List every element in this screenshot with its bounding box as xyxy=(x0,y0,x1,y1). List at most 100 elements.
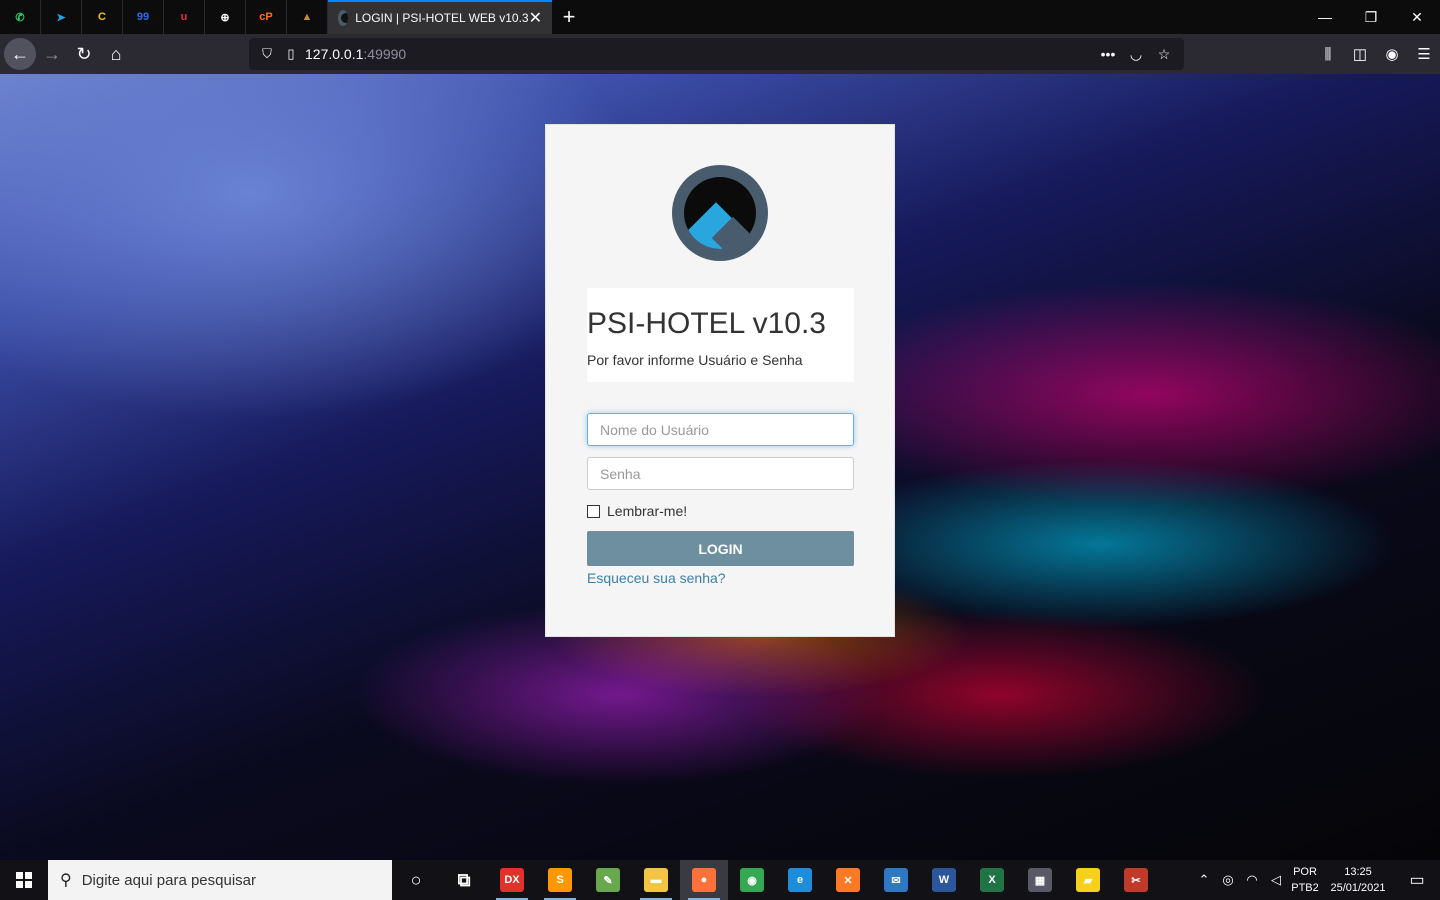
snipping-icon: ✂ xyxy=(1124,868,1148,892)
reload-button[interactable]: ↻ xyxy=(68,38,100,70)
globe-icon: ⊕ xyxy=(220,11,230,24)
url-port: :49990 xyxy=(363,46,407,62)
u-app-icon: u xyxy=(180,11,188,23)
browser-nav-bar: ← → ↻ ⌂ ⛉ ▯ 127.0.0.1:49990 ••• ◡ ☆ ⫼ ◫ … xyxy=(0,34,1440,74)
clock[interactable]: 13:25 25/01/2021 xyxy=(1322,864,1394,896)
active-tab-title: LOGIN | PSI-HOTEL WEB v10.3 xyxy=(355,11,529,25)
word-icon: W xyxy=(932,868,956,892)
word-taskbar-button[interactable]: W xyxy=(920,860,968,900)
xampp-taskbar-button[interactable]: ✕ xyxy=(824,860,872,900)
edge-taskbar-button[interactable]: e xyxy=(776,860,824,900)
firefox-icon: ● xyxy=(692,868,716,892)
mail-icon: ✉ xyxy=(884,868,908,892)
sticky-notes-icon: ▰ xyxy=(1076,868,1100,892)
library-icon[interactable]: ⫼ xyxy=(1312,46,1344,63)
firefox-taskbar-button[interactable]: ● xyxy=(680,860,728,900)
psi-hotel-favicon-icon xyxy=(338,10,349,26)
sidebar-icon[interactable]: ◫ xyxy=(1344,45,1376,63)
cpanel-icon: cP xyxy=(259,11,273,23)
new-tab-button[interactable]: + xyxy=(552,0,586,34)
devexpress-icon: DX xyxy=(500,868,524,892)
taskbar-apps: ○ ⧉ DX S ✎ ▬ ● ◉ e ✕ ✉ W X ▦ ▰ ✂ xyxy=(392,860,1160,900)
note-99-icon: 99 xyxy=(136,11,150,23)
c-app-icon: C xyxy=(98,11,106,23)
snipping-taskbar-button[interactable]: ✂ xyxy=(1112,860,1160,900)
password-input[interactable] xyxy=(587,457,854,490)
edge-icon: e xyxy=(788,868,812,892)
home-button[interactable]: ⌂ xyxy=(100,38,132,70)
note-99-tab[interactable]: 99 xyxy=(123,0,164,34)
language-indicator[interactable]: POR PTB2 xyxy=(1288,864,1322,896)
calculator-icon: ▦ xyxy=(1028,868,1052,892)
start-button[interactable] xyxy=(0,860,48,900)
calculator-taskbar-button[interactable]: ▦ xyxy=(1016,860,1064,900)
minimize-icon[interactable]: — xyxy=(1302,0,1348,34)
back-button[interactable]: ← xyxy=(4,38,36,70)
sublime-icon: S xyxy=(548,868,572,892)
menu-icon[interactable]: ☰ xyxy=(1408,45,1440,63)
file-explorer-icon: ▬ xyxy=(644,868,668,892)
close-window-icon[interactable]: ✕ xyxy=(1394,0,1440,34)
xampp-icon: ✕ xyxy=(836,868,860,892)
page-background: PSI-HOTEL v10.3 Por favor informe Usuári… xyxy=(0,74,1440,860)
devexpress-taskbar-button[interactable]: DX xyxy=(488,860,536,900)
clock-time: 13:25 xyxy=(1344,866,1372,878)
username-input[interactable] xyxy=(587,413,854,446)
page-actions-icon[interactable]: ••• xyxy=(1094,46,1122,62)
excel-taskbar-button[interactable]: X xyxy=(968,860,1016,900)
login-instructions: Por favor informe Usuário e Senha xyxy=(587,352,803,368)
pocket-icon[interactable]: ◡ xyxy=(1122,46,1150,63)
file-explorer-taskbar-button[interactable]: ▬ xyxy=(632,860,680,900)
telegram-tab[interactable]: ➤ xyxy=(41,0,82,34)
notepad-taskbar-button[interactable]: ✎ xyxy=(584,860,632,900)
u-app-tab[interactable]: u xyxy=(164,0,205,34)
browser-tab-bar: ✆ ➤ C 99 u ⊕ cP ▲ LOGIN | PSI-HOTEL WEB v10.3 ✕… xyxy=(0,0,1440,34)
taskbar-search[interactable]: ⚲ Digite aqui para pesquisar xyxy=(48,860,392,900)
chrome-taskbar-button[interactable]: ◉ xyxy=(728,860,776,900)
notifications-icon[interactable]: ▭ xyxy=(1394,870,1440,890)
remember-me-checkbox[interactable] xyxy=(587,504,600,518)
globe-tab[interactable]: ⊕ xyxy=(205,0,246,34)
volume-icon[interactable]: ◁ xyxy=(1264,872,1288,888)
windows-taskbar: ⚲ Digite aqui para pesquisar ○ ⧉ DX S ✎ ▬ ● ◉ e ✕… xyxy=(0,860,1440,900)
active-tab[interactable]: LOGIN | PSI-HOTEL WEB v10.3 ✕ xyxy=(328,0,552,34)
account-icon[interactable]: ◉ xyxy=(1376,45,1408,63)
meet-now-icon[interactable]: ◎ xyxy=(1216,872,1240,888)
notepad-icon: ✎ xyxy=(596,868,620,892)
windows-logo-icon xyxy=(16,872,32,888)
url-bar[interactable]: ⛉ ▯ 127.0.0.1:49990 ••• ◡ ☆ xyxy=(249,38,1184,70)
window-controls: — ❐ ✕ xyxy=(1302,0,1440,34)
whatsapp-icon: ✆ xyxy=(15,11,25,24)
excel-icon: X xyxy=(980,868,1004,892)
psi-tab[interactable]: ▲ xyxy=(287,0,328,34)
mail-taskbar-button[interactable]: ✉ xyxy=(872,860,920,900)
whatsapp-tab[interactable]: ✆ xyxy=(0,0,41,34)
tray-overflow-icon[interactable]: ⌃ xyxy=(1192,872,1216,888)
app-title: PSI-HOTEL v10.3 xyxy=(587,307,826,340)
system-tray: ⌃ ◎ ◠ ◁ POR PTB2 13:25 25/01/2021 ▭ xyxy=(1192,860,1440,900)
remember-me-label[interactable]: Lembrar-me! xyxy=(607,503,687,519)
cpanel-tab[interactable]: cP xyxy=(246,0,287,34)
clock-date: 25/01/2021 xyxy=(1330,882,1386,894)
search-placeholder: Digite aqui para pesquisar xyxy=(81,871,256,889)
shield-icon[interactable]: ⛉ xyxy=(257,46,277,62)
restore-icon[interactable]: ❐ xyxy=(1348,0,1394,34)
login-button[interactable]: LOGIN xyxy=(587,531,854,566)
remember-me[interactable]: Lembrar-me! xyxy=(587,503,687,519)
sublime-taskbar-button[interactable]: S xyxy=(536,860,584,900)
language-code: POR xyxy=(1293,866,1317,878)
psi-hotel-logo-icon xyxy=(672,165,768,261)
forgot-password-link[interactable]: Esqueceu sua senha? xyxy=(587,570,726,586)
close-tab-icon[interactable]: ✕ xyxy=(529,8,542,28)
task-view-taskbar-button[interactable]: ⧉ xyxy=(440,860,488,900)
task-view-icon: ⧉ xyxy=(457,869,471,890)
sticky-notes-taskbar-button[interactable]: ▰ xyxy=(1064,860,1112,900)
forward-button[interactable]: → xyxy=(36,38,68,70)
c-app-tab[interactable]: C xyxy=(82,0,123,34)
page-icon[interactable]: ▯ xyxy=(281,46,301,62)
telegram-icon: ➤ xyxy=(56,11,66,24)
cortana-icon: ○ xyxy=(410,869,422,890)
cortana-taskbar-button[interactable]: ○ xyxy=(392,860,440,900)
bookmark-star-icon[interactable]: ☆ xyxy=(1150,46,1178,63)
network-icon[interactable]: ◠ xyxy=(1240,872,1264,888)
